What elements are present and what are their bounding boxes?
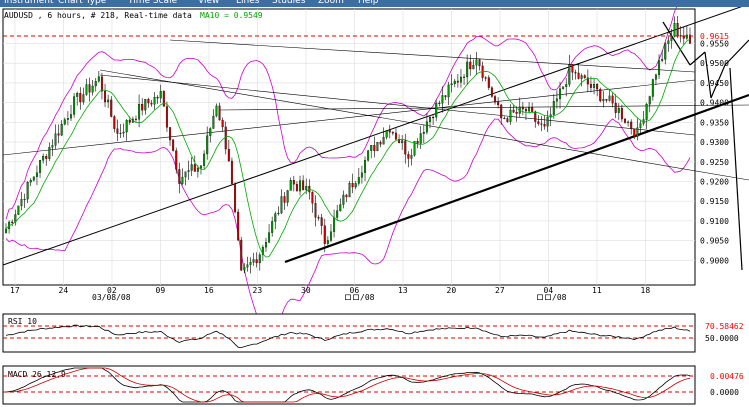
candle <box>17 205 20 216</box>
candle <box>230 157 233 185</box>
ma-label: MA10 = 0.9549 <box>200 11 263 20</box>
x-tick-label: 23 <box>253 286 263 295</box>
candle <box>413 141 416 157</box>
candle <box>367 149 370 162</box>
rsi-high-label: 70.58462 <box>705 322 744 331</box>
month-label-3: ロロ/08 <box>536 293 567 302</box>
menu-view[interactable]: View <box>198 0 219 6</box>
candle <box>237 208 240 242</box>
y-tick-label: 0.9250 <box>700 158 729 167</box>
x-tick-label: 20 <box>447 286 457 295</box>
chart-area: AUDUSD , 6 hours, # 218, Real-time data … <box>2 7 749 405</box>
y-tick-label: 0.9150 <box>700 197 729 206</box>
y-tick-label: 0.9500 <box>700 59 729 68</box>
x-tick-label: 18 <box>641 286 651 295</box>
macd-zero-label: 0.0000 <box>710 388 739 397</box>
y-tick-label: 0.9100 <box>700 217 729 226</box>
y-axis-labels: 0.9550 0.9500 0.9450 0.9400 0.9350 0.9300 0.92… <box>700 40 729 266</box>
menu-zoom[interactable]: Zoom <box>318 0 344 6</box>
x-tick-label: 27 <box>495 286 505 295</box>
y-tick-label: 0.9300 <box>700 138 729 147</box>
macd-panel <box>2 365 696 405</box>
y-tick-label: 0.9000 <box>700 256 729 265</box>
menu-chart-type[interactable]: Chart Type <box>58 0 106 6</box>
y-tick-label: 0.9550 <box>700 40 729 49</box>
y-tick-label: 0.9350 <box>700 118 729 127</box>
candle <box>162 90 165 107</box>
menu-bar: Instrument Chart Type Time Scale View Lines S… <box>0 0 749 7</box>
y-tick-label: 0.9050 <box>700 237 729 246</box>
x-tick-label: 16 <box>204 286 214 295</box>
menu-studies[interactable]: Studies <box>272 0 305 6</box>
candle <box>172 138 175 152</box>
candle <box>599 87 602 103</box>
candle <box>376 141 379 152</box>
y-tick-label: 0.9450 <box>700 79 729 88</box>
menu-instrument[interactable]: Instrument <box>4 0 54 6</box>
x-tick-label: 30 <box>301 286 311 295</box>
candle <box>240 236 243 272</box>
macd-title: MACD 26,12,9 <box>8 370 66 379</box>
price-panel <box>2 8 696 286</box>
x-tick-label: 13 <box>398 286 408 295</box>
candle <box>348 180 351 198</box>
menu-help[interactable]: Help <box>358 0 379 6</box>
rsi-title: RSI 10 <box>8 317 37 326</box>
x-tick-label: 11 <box>592 286 602 295</box>
symbol-info: AUDUSD , 6 hours, # 218, Real-time data <box>4 11 192 20</box>
rsi-mid-label: 50.0000 <box>705 334 739 343</box>
x-tick-label: 09 <box>156 286 166 295</box>
x-tick-label: 17 <box>10 286 20 295</box>
menu-lines[interactable]: Lines <box>236 0 259 6</box>
y-tick-label: 0.9400 <box>700 99 729 108</box>
candle <box>490 86 493 98</box>
month-label-1: 03/08/08 <box>92 293 131 302</box>
y-tick-label: 0.9200 <box>700 177 729 186</box>
month-label-2: ロロ/08 <box>344 293 375 302</box>
candle <box>73 93 76 118</box>
x-tick-label: 24 <box>59 286 69 295</box>
macd-value-label: 0.00476 <box>710 372 744 381</box>
menu-time-scale[interactable]: Time Scale <box>128 0 177 6</box>
candle <box>234 182 237 214</box>
